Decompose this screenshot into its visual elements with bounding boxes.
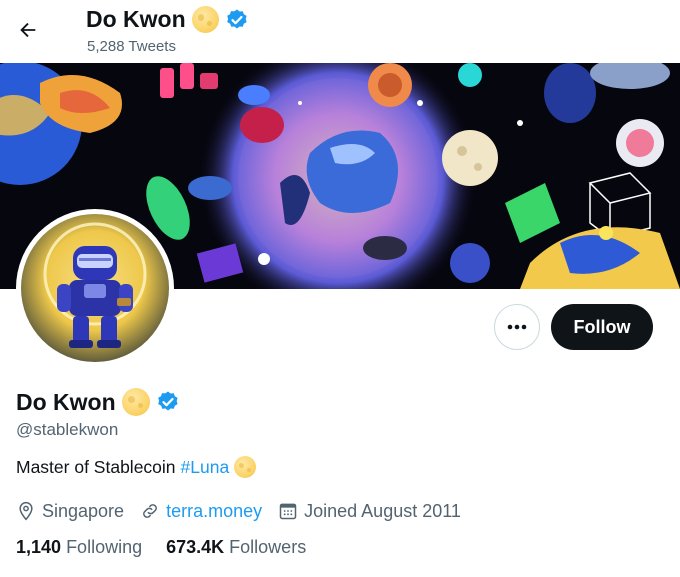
- location-text: Singapore: [42, 500, 125, 521]
- profile-stats: 1,140 Following 673.4K Followers: [16, 537, 330, 558]
- avatar[interactable]: [16, 209, 174, 367]
- profile-name: Do Kwon: [16, 388, 180, 416]
- robot-avatar-illustration: [43, 222, 147, 348]
- verified-badge-icon: [226, 9, 247, 29]
- bio-hashtag-link[interactable]: #Luna: [181, 457, 230, 478]
- profile-name-text: Do Kwon: [16, 388, 116, 415]
- avatar-image: [21, 214, 169, 362]
- website-item: terra.money: [140, 501, 262, 522]
- joined-item: Joined August 2011: [278, 501, 461, 522]
- moon-emoji-icon: [234, 456, 257, 478]
- followers-count: 673.4K: [166, 537, 225, 557]
- following-count: 1,140: [16, 537, 62, 557]
- profile-meta: Singapore terra.money Joined August 2011: [16, 498, 477, 524]
- calendar-icon: [279, 503, 297, 520]
- following-label: Following: [66, 537, 143, 557]
- moon-emoji-icon: [191, 6, 219, 33]
- arrow-left-icon: [20, 22, 36, 38]
- header-profile-name: Do Kwon: [86, 6, 249, 33]
- joined-text: Joined August 2011: [304, 500, 461, 521]
- following-link[interactable]: 1,140 Following: [16, 537, 142, 558]
- location-item: Singapore: [16, 501, 124, 522]
- header-tweet-count: 5,288 Tweets: [87, 38, 176, 55]
- back-button[interactable]: [10, 12, 46, 48]
- followers-label: Followers: [229, 537, 307, 557]
- profile-bio: Master of Stablecoin #Luna: [16, 456, 257, 478]
- location-pin-icon: [19, 501, 33, 521]
- moon-emoji-icon: [121, 388, 150, 416]
- link-icon: [143, 504, 157, 518]
- verified-badge-icon[interactable]: [156, 390, 180, 414]
- website-link[interactable]: terra.money: [166, 501, 262, 522]
- followers-link[interactable]: 673.4K Followers: [166, 537, 306, 558]
- follow-button[interactable]: Follow: [551, 304, 653, 350]
- more-dots-icon: [507, 324, 527, 330]
- bio-text: Master of Stablecoin: [16, 456, 176, 477]
- header-name-text: Do Kwon: [86, 6, 186, 32]
- profile-header-bar: Do Kwon 5,288 Tweets: [0, 0, 680, 63]
- more-options-button[interactable]: [494, 304, 540, 350]
- profile-handle: @stablekwon: [16, 420, 119, 439]
